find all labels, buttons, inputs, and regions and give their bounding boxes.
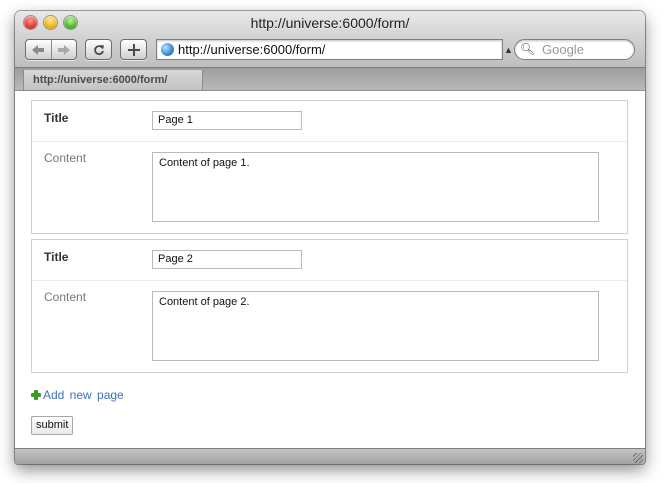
title-label: Title — [44, 250, 69, 264]
add-new-page-link[interactable]: Add new page — [31, 388, 124, 402]
plus-icon — [127, 43, 140, 56]
snapback-icon[interactable]: ▲ — [504, 45, 513, 55]
add-bookmark-button[interactable] — [120, 39, 147, 60]
title-input[interactable]: Page 1 — [152, 111, 302, 130]
toolbar: http://universe:6000/form/ ▲ 🔍︎ Google — [15, 35, 645, 67]
page-entry: Title Page 1 Content Content of page 1. — [31, 100, 628, 234]
title-bar[interactable]: http://universe:6000/form/ — [15, 11, 645, 35]
submit-button[interactable]: submit — [31, 416, 74, 435]
browser-chrome: http://universe:6000/form/ http://univer… — [15, 11, 645, 90]
content-label: Content — [44, 151, 87, 165]
window-title: http://universe:6000/form/ — [250, 15, 410, 31]
reload-button[interactable] — [85, 39, 112, 60]
address-bar[interactable]: http://universe:6000/form/ — [156, 39, 503, 60]
content-textarea[interactable]: Content of page 1. — [152, 152, 599, 222]
tab-bar: http://universe:6000/form/ — [15, 67, 645, 90]
magnifier-icon[interactable]: 🔍︎ — [520, 42, 535, 56]
forward-arrow-icon — [57, 44, 70, 55]
add-plus-icon — [31, 390, 41, 400]
search-field[interactable]: 🔍︎ Google — [514, 39, 635, 60]
title-input[interactable]: Page 2 — [152, 250, 302, 269]
title-row — [32, 101, 627, 142]
address-text[interactable]: http://universe:6000/form/ — [178, 42, 325, 57]
reload-icon — [93, 44, 104, 55]
forward-button[interactable] — [52, 40, 77, 59]
site-globe-icon — [161, 43, 174, 56]
content-textarea[interactable]: Content of page 2. — [152, 291, 599, 361]
status-bar — [15, 448, 645, 464]
search-placeholder: Google — [542, 42, 584, 57]
browser-window: http://universe:6000/form/ http://univer… — [15, 11, 645, 464]
resize-grip-icon[interactable] — [633, 453, 643, 463]
back-forward-group — [25, 39, 77, 60]
title-row — [32, 240, 627, 281]
tab-form[interactable]: http://universe:6000/form/ — [23, 70, 203, 90]
add-new-page-label[interactable]: Add new page — [43, 388, 124, 402]
page-entry: Title Page 2 Content Content of page 2. — [31, 239, 628, 373]
content-label: Content — [44, 290, 87, 304]
title-label: Title — [44, 111, 69, 125]
back-arrow-icon — [32, 44, 45, 55]
page-content: Title Page 1 Content Content of page 1. … — [15, 90, 645, 448]
back-button[interactable] — [26, 40, 51, 59]
